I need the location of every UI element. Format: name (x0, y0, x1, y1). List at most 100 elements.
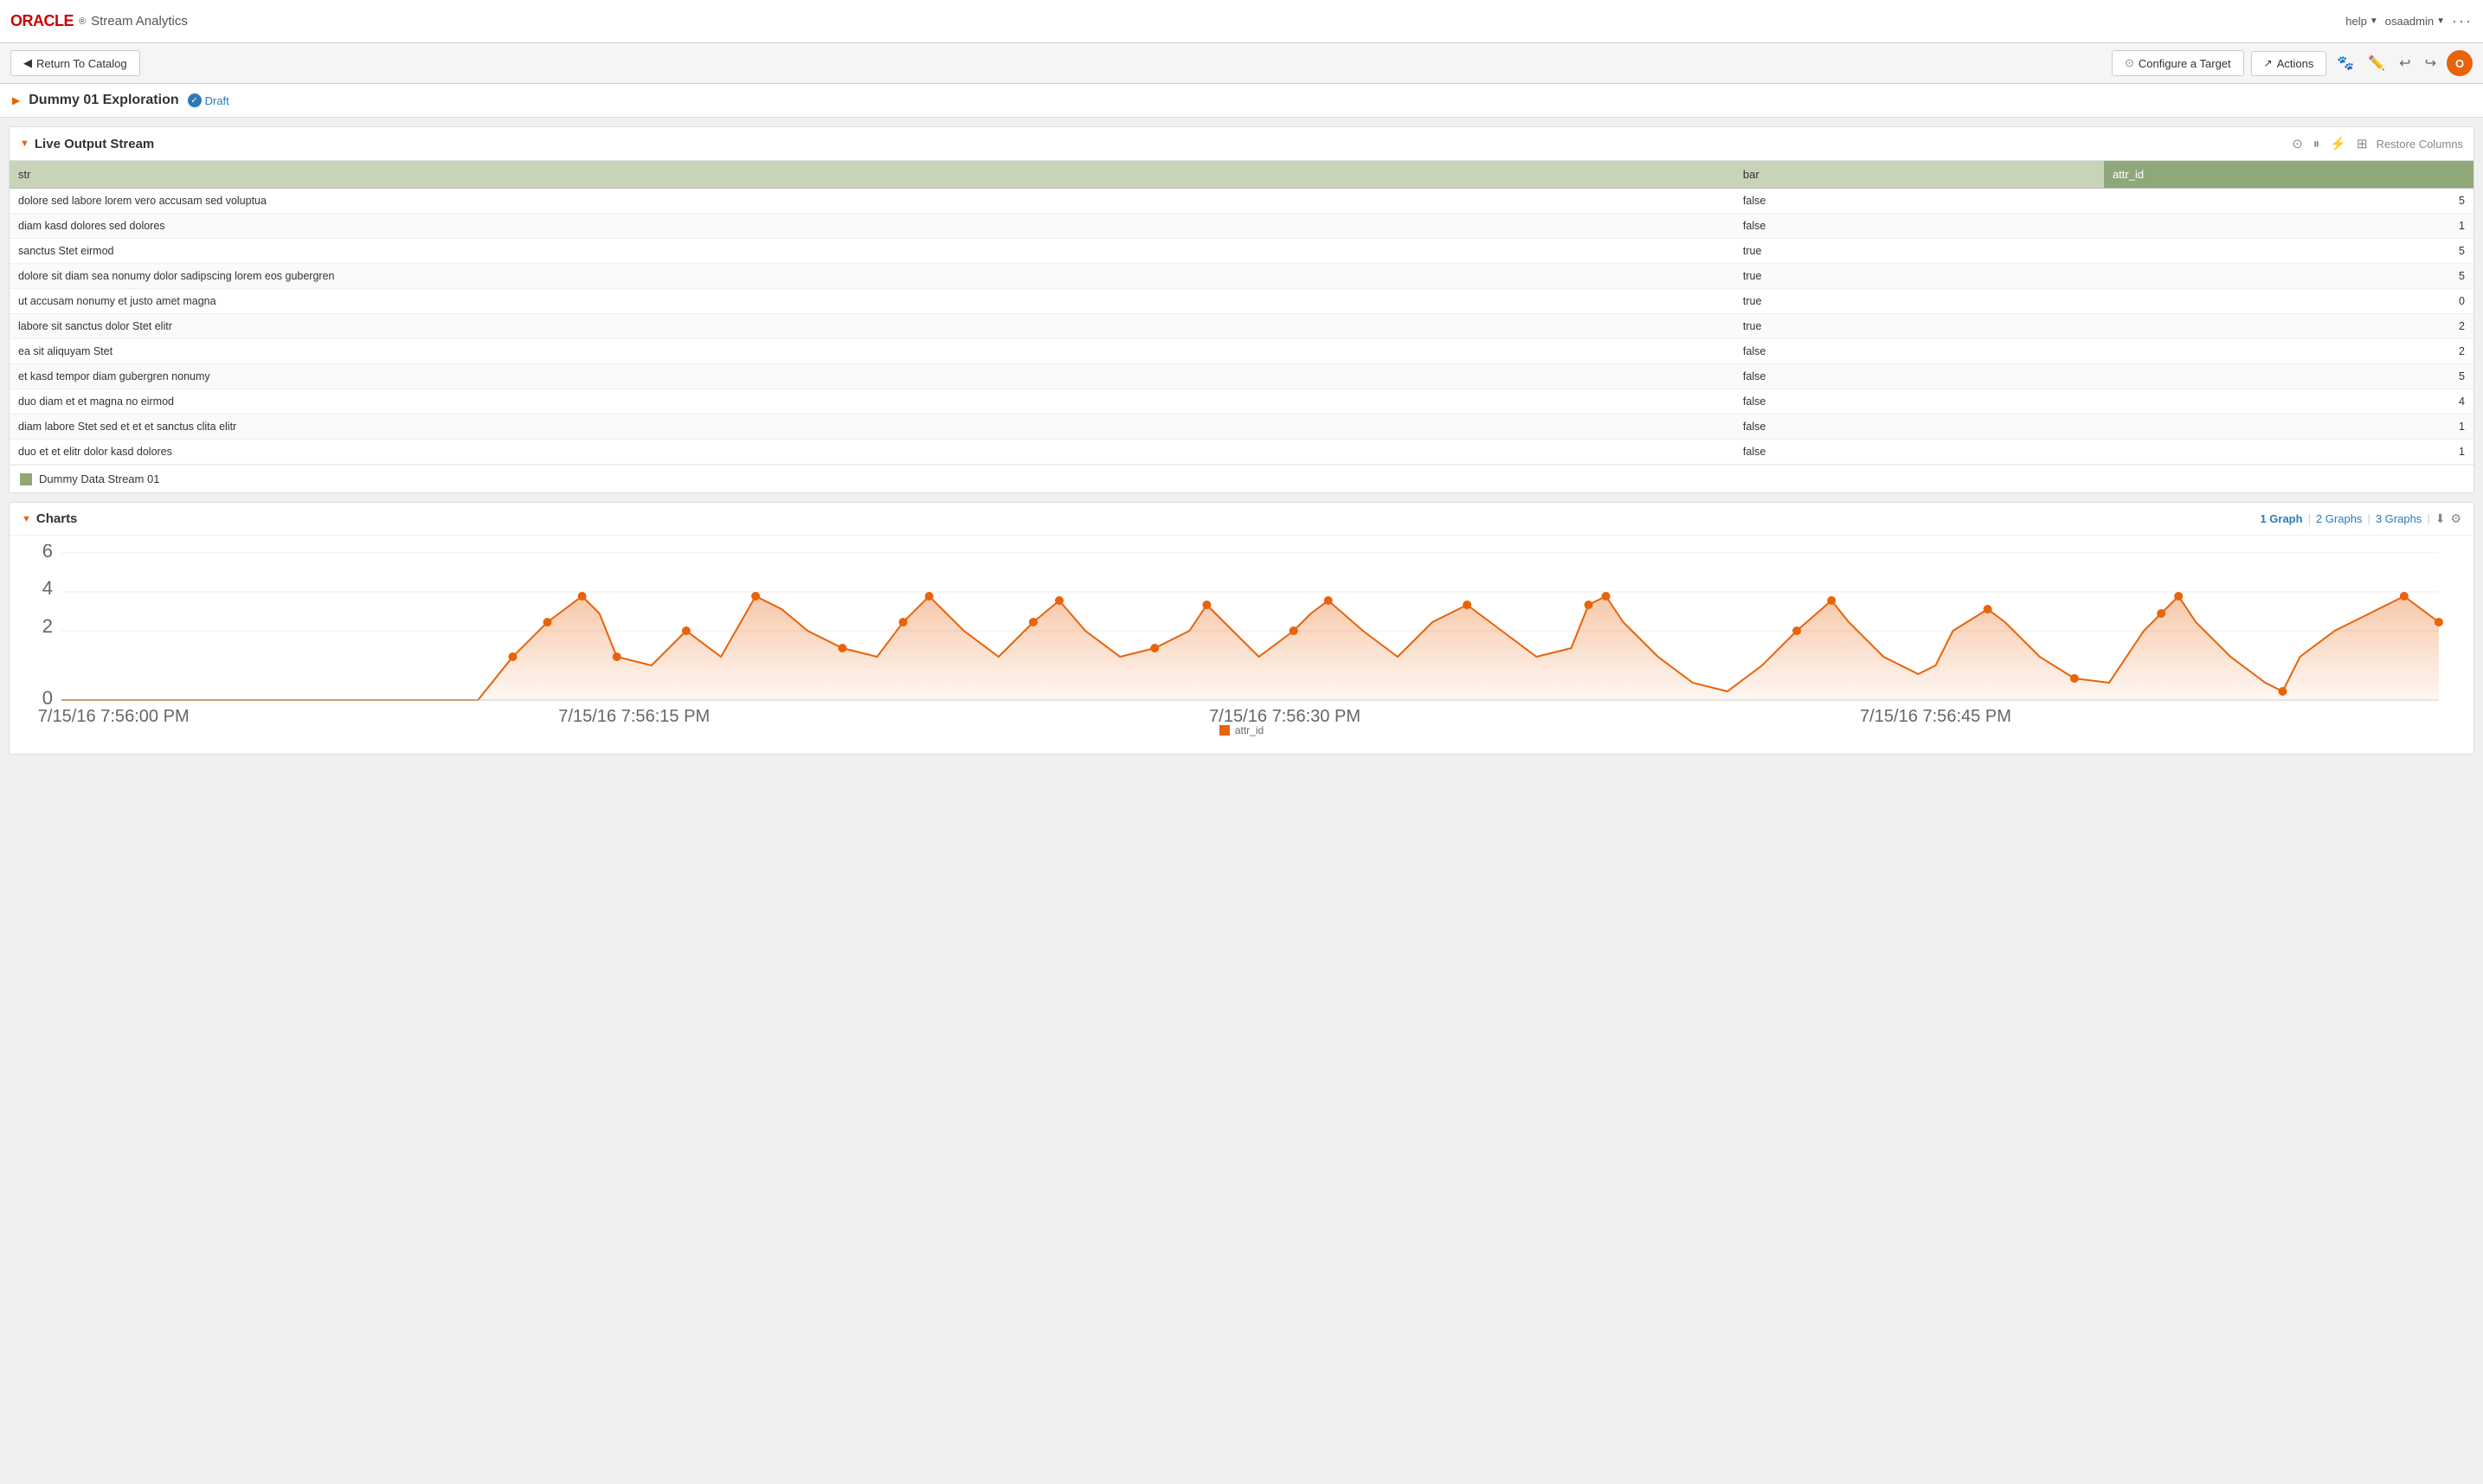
main-content: ▼ Live Output Stream ⊙ ⏸ ⚡ ⊞ Restore Col… (0, 118, 2483, 763)
actions-button[interactable]: ↗ Actions (2251, 51, 2327, 76)
chart-svg-container: 6 4 2 0 (27, 544, 2456, 717)
app-name: Stream Analytics (91, 14, 188, 29)
cell-attr-id: 1 (2104, 440, 2473, 465)
three-graphs-link[interactable]: 3 Graphs (2376, 512, 2422, 525)
help-link[interactable]: help ▼ (2345, 15, 2377, 28)
draft-badge: ✓ Draft (188, 93, 229, 107)
cell-str: dolore sed labore lorem vero accusam sed… (10, 189, 1734, 214)
toolbar-right: ⊙ Configure a Target ↗ Actions 🐾 ✏️ ↩ ↪ … (2112, 50, 2473, 76)
svg-text:7/15/16 7:56:00 PM: 7/15/16 7:56:00 PM (38, 707, 190, 726)
live-stream-controls: ⊙ ⏸ ⚡ ⊞ Restore Columns (2290, 134, 2463, 153)
live-stream-header: ▼ Live Output Stream ⊙ ⏸ ⚡ ⊞ Restore Col… (10, 127, 2473, 161)
cell-bar: false (1734, 389, 2104, 414)
svg-text:4: 4 (42, 577, 53, 599)
cell-attr-id: 5 (2104, 189, 2473, 214)
chart-area: 6 4 2 0 (10, 536, 2473, 754)
edit-icon-button[interactable]: ✏️ (2364, 51, 2389, 75)
columns-icon-button[interactable]: ⊞ (2355, 134, 2370, 153)
title-bar: ▶ Dummy 01 Exploration ✓ Draft (0, 84, 2483, 118)
stream-color-indicator (20, 473, 32, 485)
cell-bar: false (1734, 339, 2104, 364)
user-menu[interactable]: osaadmin ▼ (2385, 15, 2445, 28)
header-dots[interactable]: ··· (2452, 12, 2473, 30)
cell-str: et kasd tempor diam gubergren nonumy (10, 364, 1734, 389)
restore-columns-link[interactable]: Restore Columns (2377, 138, 2463, 151)
title-collapse-arrow[interactable]: ▶ (12, 94, 20, 106)
cell-attr-id: 1 (2104, 414, 2473, 440)
col-header-bar: bar (1734, 161, 2104, 189)
cell-str: duo diam et et magna no eirmod (10, 389, 1734, 414)
charts-section: ▼ Charts 1 Graph | 2 Graphs | 3 Graphs |… (9, 502, 2474, 755)
configure-target-button[interactable]: ⊙ Configure a Target (2112, 50, 2244, 76)
cell-str: duo et et elitr dolor kasd dolores (10, 440, 1734, 465)
actions-icon: ↗ (2264, 57, 2273, 69)
cell-attr-id: 0 (2104, 289, 2473, 314)
help-dropdown-arrow: ▼ (2370, 16, 2378, 26)
charts-controls: 1 Graph | 2 Graphs | 3 Graphs | ⬇ ⚙ (2260, 511, 2461, 526)
draft-circle-icon: ✓ (188, 93, 202, 107)
table-row: duo diam et et magna no eirmod false 4 (10, 389, 2473, 414)
svg-text:0: 0 (42, 687, 53, 709)
col-header-str: str (10, 161, 1734, 189)
svg-text:6: 6 (42, 544, 53, 562)
table-row: labore sit sanctus dolor Stet elitr true… (10, 314, 2473, 339)
cell-bar: true (1734, 239, 2104, 264)
cell-attr-id: 2 (2104, 314, 2473, 339)
cell-bar: false (1734, 214, 2104, 239)
undo-icon-button[interactable]: ↩ (2396, 51, 2414, 75)
table-header-row: str bar attr_id (10, 161, 2473, 189)
cell-str: diam labore Stet sed et et et sanctus cl… (10, 414, 1734, 440)
live-stream-title: ▼ Live Output Stream (20, 137, 154, 151)
cell-attr-id: 5 (2104, 364, 2473, 389)
live-stream-collapse-arrow[interactable]: ▼ (20, 138, 29, 149)
cell-str: dolore sit diam sea nonumy dolor sadipsc… (10, 264, 1734, 289)
cell-str: labore sit sanctus dolor Stet elitr (10, 314, 1734, 339)
two-graphs-link[interactable]: 2 Graphs (2316, 512, 2362, 525)
header-right: help ▼ osaadmin ▼ ··· (2345, 12, 2473, 30)
svg-text:2: 2 (42, 615, 53, 637)
configure-icon: ⊙ (2125, 56, 2134, 70)
svg-text:7/15/16 7:56:30 PM: 7/15/16 7:56:30 PM (1209, 707, 1361, 726)
table-row: diam kasd dolores sed dolores false 1 (10, 214, 2473, 239)
table-row: sanctus Stet eirmod true 5 (10, 239, 2473, 264)
paw-icon-button[interactable]: 🐾 (2333, 51, 2358, 75)
table-row: ea sit aliquyam Stet false 2 (10, 339, 2473, 364)
cell-attr-id: 5 (2104, 264, 2473, 289)
cell-bar: true (1734, 264, 2104, 289)
cell-attr-id: 1 (2104, 214, 2473, 239)
chart-svg: 6 4 2 0 (27, 544, 2456, 735)
table-body: dolore sed labore lorem vero accusam sed… (10, 189, 2473, 465)
cell-bar: true (1734, 289, 2104, 314)
pause-icon-button[interactable]: ⏸ (2312, 135, 2322, 153)
redo-icon-button[interactable]: ↪ (2422, 51, 2440, 75)
stream-label: Dummy Data Stream 01 (10, 465, 2473, 492)
one-graph-link[interactable]: 1 Graph (2260, 512, 2302, 525)
table-row: dolore sed labore lorem vero accusam sed… (10, 189, 2473, 214)
cell-bar: true (1734, 314, 2104, 339)
table-row: diam labore Stet sed et et et sanctus cl… (10, 414, 2473, 440)
table-row: et kasd tempor diam gubergren nonumy fal… (10, 364, 2473, 389)
svg-text:7/15/16 7:56:45 PM: 7/15/16 7:56:45 PM (1860, 707, 2011, 726)
cell-attr-id: 2 (2104, 339, 2473, 364)
user-dropdown-arrow: ▼ (2436, 16, 2445, 26)
charts-header: ▼ Charts 1 Graph | 2 Graphs | 3 Graphs |… (10, 503, 2473, 536)
logo-separator: ® (79, 16, 86, 27)
chart-settings-icon-button[interactable]: ⚙ (2450, 511, 2461, 526)
charts-collapse-arrow[interactable]: ▼ (22, 514, 31, 524)
charts-title: ▼ Charts (22, 511, 77, 526)
filter-icon-button[interactable]: ⚡ (2328, 134, 2348, 153)
app-header: ORACLE ® Stream Analytics help ▼ osaadmi… (0, 0, 2483, 43)
cell-bar: false (1734, 440, 2104, 465)
oracle-logo-text: ORACLE (10, 12, 74, 30)
chart-download-icon-button[interactable]: ⬇ (2435, 511, 2446, 526)
cell-str: ea sit aliquyam Stet (10, 339, 1734, 364)
cell-attr-id: 4 (2104, 389, 2473, 414)
user-avatar[interactable]: O (2447, 50, 2473, 76)
table-row: ut accusam nonumy et justo amet magna tr… (10, 289, 2473, 314)
cell-bar: false (1734, 414, 2104, 440)
table-row: duo et et elitr dolor kasd dolores false… (10, 440, 2473, 465)
return-to-catalog-button[interactable]: ◀ Return To Catalog (10, 50, 140, 76)
cell-bar: false (1734, 189, 2104, 214)
clock-icon-button[interactable]: ⊙ (2290, 134, 2305, 153)
col-header-attr-id: attr_id (2104, 161, 2473, 189)
